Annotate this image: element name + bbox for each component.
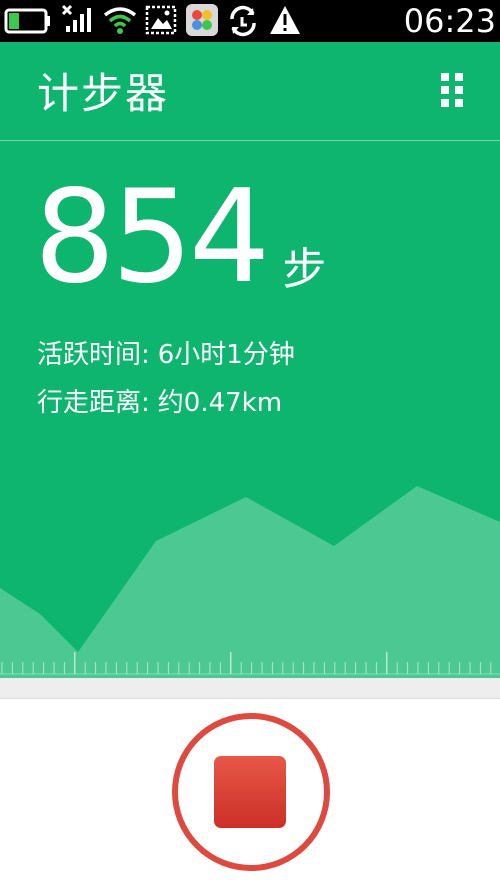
- header-divider: [0, 140, 500, 141]
- app-notification-icon: [186, 4, 218, 36]
- distance-row: 行走距离: 约0.47km: [37, 386, 282, 420]
- status-clock: 06:23: [403, 2, 496, 40]
- status-bar: 06:23: [0, 0, 500, 42]
- distance-label: 行走距离:: [37, 388, 150, 418]
- activity-area: [0, 486, 500, 678]
- section-separator: [0, 678, 500, 699]
- active-time-value: 6小时1分钟: [157, 340, 295, 370]
- distance-value: 约0.47km: [157, 388, 283, 418]
- active-time-row: 活跃时间: 6小时1分钟: [37, 338, 295, 372]
- activity-chart: [0, 486, 500, 678]
- step-count: 854: [34, 163, 270, 312]
- cellular-signal-icon: [61, 4, 91, 32]
- grid-menu-button[interactable]: [436, 70, 472, 112]
- active-time-label: 活跃时间:: [37, 340, 150, 370]
- wifi-icon: [103, 7, 137, 34]
- pedometer-panel: 计步器 854 步 活跃时间: 6小时1分钟 行走距离: 约0.47km: [0, 42, 500, 678]
- stop-button[interactable]: [171, 712, 331, 872]
- step-unit: 步: [282, 244, 327, 295]
- warning-icon: [270, 6, 300, 34]
- steps-display: 854 步: [34, 168, 326, 308]
- grid-menu-icon: [441, 73, 463, 107]
- app-title: 计步器: [37, 69, 170, 118]
- stop-icon: [172, 713, 330, 871]
- battery-icon: [4, 8, 50, 34]
- gallery-notification-icon: [145, 5, 177, 35]
- sync-icon: [230, 5, 256, 37]
- control-panel: [0, 699, 500, 889]
